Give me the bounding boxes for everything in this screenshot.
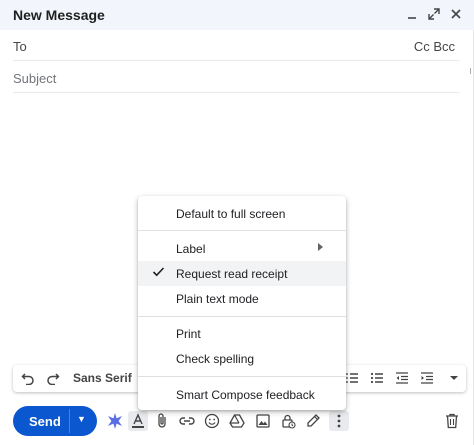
compose-window: New Message To Cc Bcc Subject Sans Serif bbox=[0, 0, 474, 445]
window-controls bbox=[404, 6, 464, 22]
menu-item-smart-compose-feedback[interactable]: Smart Compose feedback bbox=[138, 382, 346, 407]
menu-item-label: Default to full screen bbox=[176, 207, 286, 221]
to-label: To bbox=[13, 39, 27, 54]
menu-item-default-full-screen[interactable]: Default to full screen bbox=[138, 201, 346, 226]
menu-item-label: Print bbox=[176, 327, 201, 341]
bulleted-list-icon[interactable] bbox=[368, 369, 386, 387]
resize-handle[interactable] bbox=[470, 68, 473, 74]
cc-bcc-link[interactable]: Cc Bcc bbox=[414, 39, 455, 54]
compose-title-bar: New Message bbox=[0, 0, 474, 30]
menu-divider bbox=[138, 316, 346, 317]
undo-icon[interactable] bbox=[19, 369, 37, 387]
menu-item-check-spelling[interactable]: Check spelling bbox=[138, 346, 346, 371]
popout-icon[interactable] bbox=[426, 6, 442, 22]
more-options-icon[interactable] bbox=[329, 411, 349, 431]
to-field[interactable]: To Cc Bcc bbox=[13, 30, 460, 61]
font-family-select[interactable]: Sans Serif bbox=[73, 371, 132, 385]
more-formatting-icon[interactable] bbox=[445, 369, 463, 387]
signature-icon[interactable] bbox=[303, 411, 323, 431]
more-options-menu: Default to full screen Label Request rea… bbox=[138, 196, 346, 410]
discard-icon[interactable] bbox=[442, 411, 462, 431]
menu-item-label: Plain text mode bbox=[176, 292, 259, 306]
link-icon[interactable] bbox=[177, 411, 197, 431]
compose-bottom-bar: Send ▼ bbox=[13, 406, 468, 436]
send-options-icon[interactable]: ▼ bbox=[77, 414, 86, 424]
formatting-options-icon[interactable] bbox=[128, 411, 148, 431]
checkmark-icon bbox=[152, 265, 165, 281]
subject-field[interactable]: Subject bbox=[13, 62, 460, 93]
menu-item-label: Label bbox=[176, 242, 206, 256]
confidential-icon[interactable] bbox=[278, 411, 298, 431]
drive-icon[interactable] bbox=[227, 411, 247, 431]
emoji-icon[interactable] bbox=[202, 411, 222, 431]
indent-more-icon[interactable] bbox=[418, 369, 436, 387]
menu-divider bbox=[138, 376, 346, 377]
send-label: Send bbox=[29, 414, 61, 429]
attach-icon[interactable] bbox=[152, 411, 172, 431]
menu-item-print[interactable]: Print bbox=[138, 321, 346, 346]
chevron-right-icon bbox=[318, 243, 323, 251]
menu-item-label-submenu[interactable]: Label bbox=[138, 236, 346, 261]
gemini-icon[interactable] bbox=[105, 411, 125, 431]
indent-less-icon[interactable] bbox=[393, 369, 411, 387]
send-button[interactable]: Send ▼ bbox=[13, 406, 97, 436]
compose-title: New Message bbox=[13, 7, 105, 23]
menu-item-label: Smart Compose feedback bbox=[176, 388, 315, 402]
close-icon[interactable] bbox=[448, 6, 464, 22]
menu-divider bbox=[138, 230, 346, 231]
minimize-icon[interactable] bbox=[404, 6, 420, 22]
photo-icon[interactable] bbox=[253, 411, 273, 431]
menu-item-label: Check spelling bbox=[176, 352, 255, 366]
menu-item-plain-text-mode[interactable]: Plain text mode bbox=[138, 286, 346, 311]
send-divider bbox=[69, 409, 70, 433]
subject-placeholder: Subject bbox=[13, 71, 57, 86]
menu-item-request-read-receipt[interactable]: Request read receipt bbox=[138, 261, 346, 286]
redo-icon[interactable] bbox=[44, 369, 62, 387]
menu-item-label: Request read receipt bbox=[176, 267, 288, 281]
